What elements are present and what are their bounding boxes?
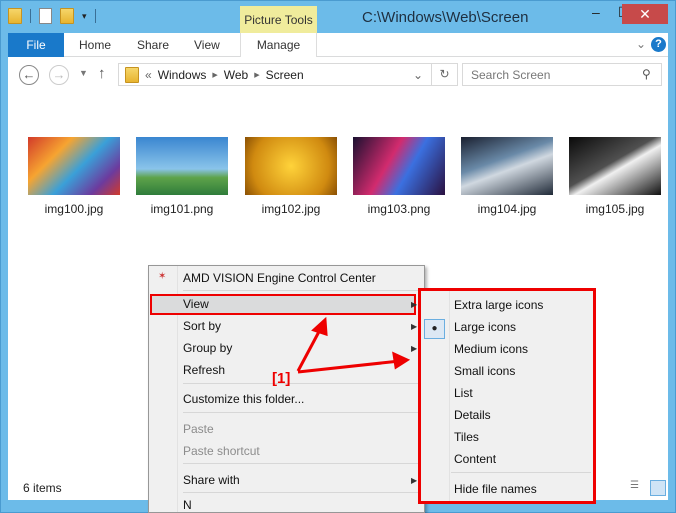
arrowhead [311,316,328,337]
arrowhead [392,351,411,370]
annotation-arrows [296,316,411,374]
arrow-to-submenu [297,359,401,374]
annotation-label: [1] [272,370,291,387]
